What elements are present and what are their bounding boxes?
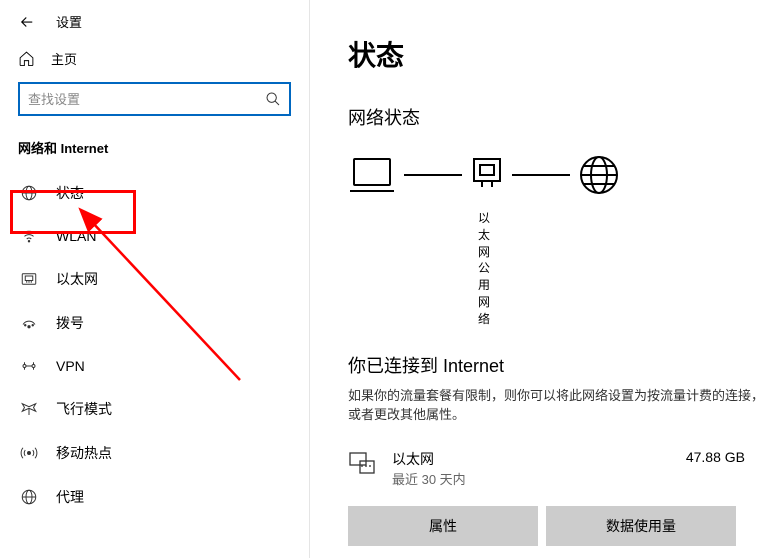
sidebar-item-label: 拨号	[56, 313, 84, 333]
data-usage-button[interactable]: 数据使用量	[546, 506, 736, 546]
sidebar-item-label: 移动热点	[56, 443, 112, 463]
usage-period: 最近 30 天内	[392, 469, 670, 488]
sidebar-item-label: 代理	[56, 487, 84, 507]
network-diagram	[348, 154, 765, 196]
sidebar-item-label: 飞行模式	[56, 399, 112, 419]
usage-amount: 47.88 GB	[686, 449, 765, 465]
usage-row: 以太网 最近 30 天内 47.88 GB	[348, 449, 765, 488]
ethernet-usage-icon	[348, 449, 376, 477]
sidebar-section-title: 网络和 Internet	[0, 138, 309, 171]
dialup-icon	[20, 314, 38, 332]
sidebar-item-wlan[interactable]: WLAN	[0, 215, 309, 257]
sidebar-item-airplane[interactable]: 飞行模式	[0, 387, 309, 431]
search-box[interactable]	[18, 82, 291, 116]
proxy-icon	[20, 488, 38, 506]
globe-icon	[578, 154, 620, 196]
hotspot-icon	[20, 444, 38, 462]
sidebar-item-label: VPN	[56, 358, 85, 374]
connected-title: 你已连接到 Internet	[348, 352, 765, 378]
sidebar-item-ethernet[interactable]: 以太网	[0, 257, 309, 301]
sidebar-item-label: WLAN	[56, 228, 96, 244]
usage-adapter: 以太网	[392, 449, 670, 469]
sidebar-item-proxy[interactable]: 代理	[0, 475, 309, 519]
laptop-icon	[348, 155, 396, 195]
sidebar-item-label: 状态	[56, 183, 84, 203]
home-icon	[18, 50, 35, 67]
sidebar-item-vpn[interactable]: VPN	[0, 345, 309, 387]
status-icon	[20, 184, 38, 202]
sidebar-item-status[interactable]: 状态	[0, 171, 309, 215]
search-icon	[265, 91, 281, 107]
sidebar-item-dialup[interactable]: 拨号	[0, 301, 309, 345]
sidebar-item-hotspot[interactable]: 移动热点	[0, 431, 309, 475]
diagram-line	[404, 174, 462, 176]
adapter-icon	[470, 155, 504, 195]
home-link[interactable]: 主页	[0, 43, 309, 82]
search-input[interactable]	[28, 92, 265, 107]
vpn-icon	[20, 357, 38, 375]
airplane-icon	[20, 400, 38, 418]
wifi-icon	[20, 227, 38, 245]
diagram-line	[512, 174, 570, 176]
properties-button[interactable]: 属性	[348, 506, 538, 546]
window-title: 设置	[56, 12, 82, 31]
diagram-labels: 以太网 公用网络	[348, 210, 478, 328]
sidebar-item-label: 以太网	[56, 269, 98, 289]
ethernet-icon	[20, 270, 38, 288]
back-button[interactable]	[18, 13, 36, 31]
connected-desc: 如果你的流量套餐有限制，则你可以将此网络设置为按流量计费的连接，或者更改其他属性…	[348, 386, 765, 425]
home-label: 主页	[51, 49, 77, 68]
page-title: 状态	[348, 34, 765, 74]
network-status-header: 网络状态	[348, 104, 765, 130]
